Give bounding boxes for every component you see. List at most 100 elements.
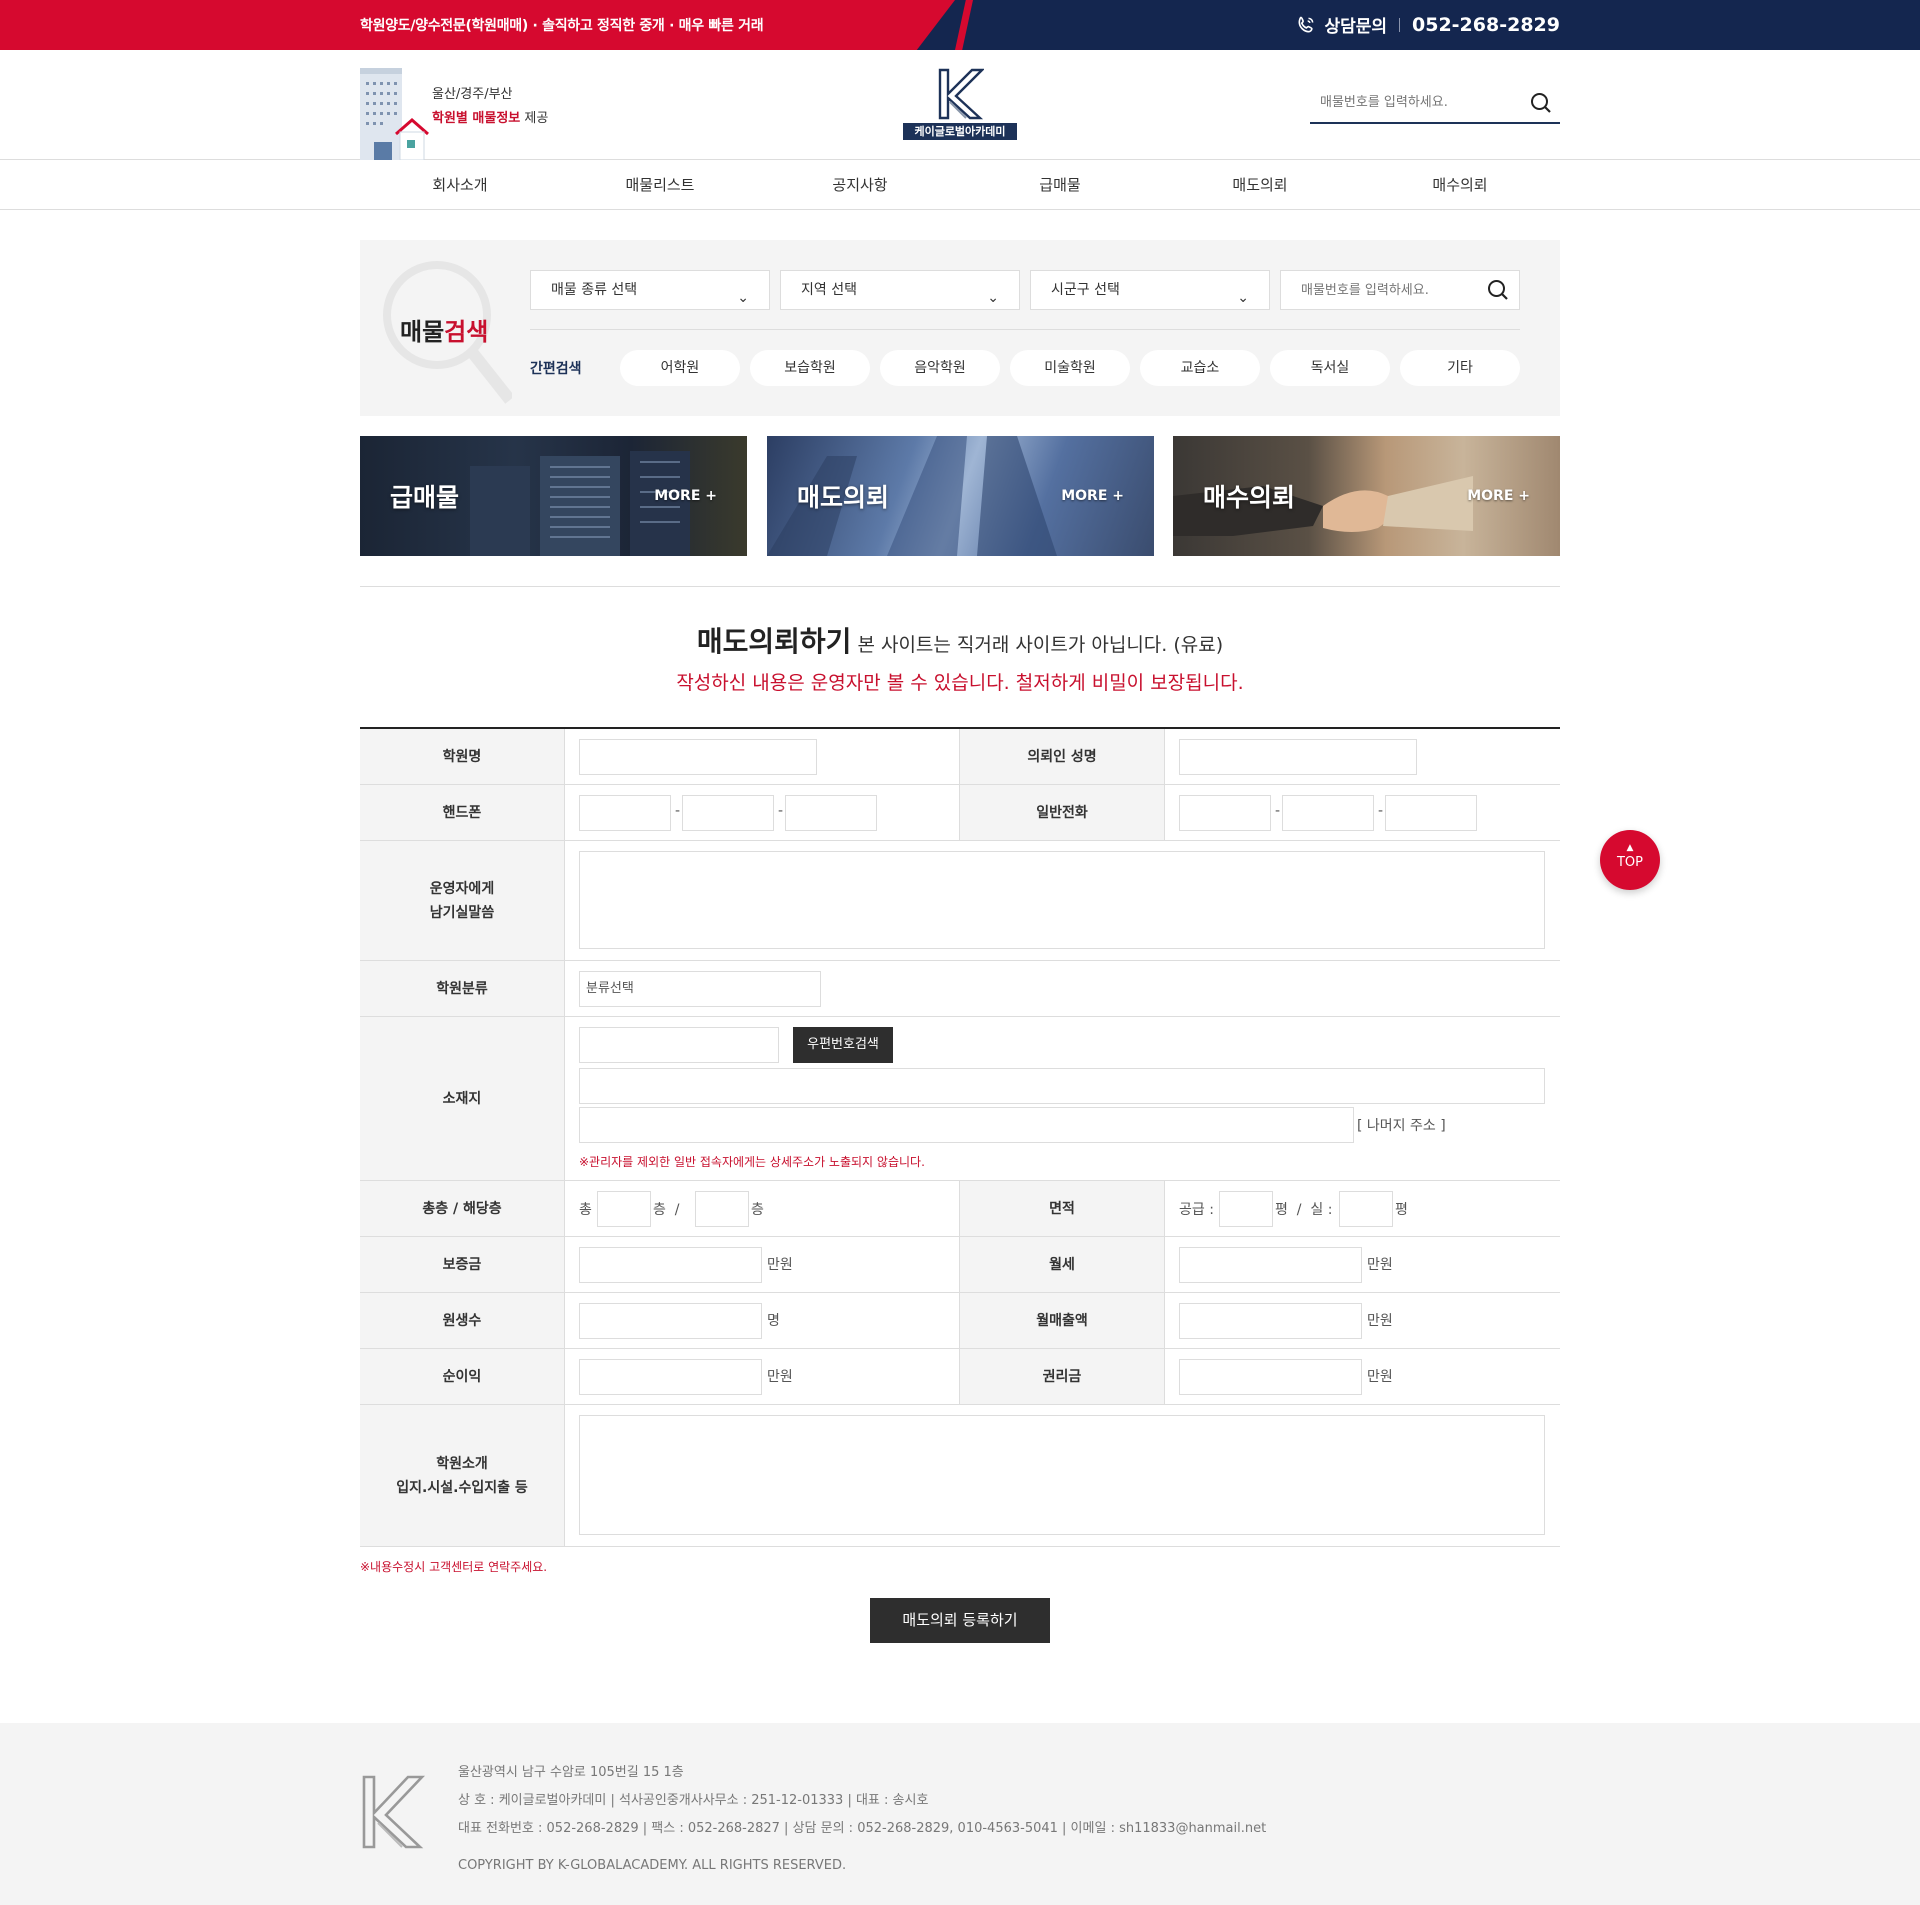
- form-row: 학원분류 분류선택: [360, 961, 1560, 1017]
- address-detail-input[interactable]: [579, 1107, 1354, 1143]
- nav-item-notice[interactable]: 공지사항: [760, 160, 960, 210]
- divider: [530, 329, 1520, 330]
- search-icon[interactable]: [1530, 92, 1552, 114]
- form-cell: 만원: [1165, 1349, 1560, 1404]
- header: 울산/경주/부산 학원별 매물정보 제공 케이글로벌아카데미: [0, 50, 1920, 160]
- academy-name-label: 학원명: [360, 729, 565, 784]
- address-note: ※관리자를 제외한 일반 접속자에게는 상세주소가 노출되지 않습니다.: [579, 1155, 925, 1169]
- nav-item-sell-request[interactable]: 매도의뢰: [1160, 160, 1360, 210]
- phone-part2-input[interactable]: [1282, 795, 1374, 831]
- dash: -: [1378, 803, 1384, 819]
- form-title-note: 본 사이트는 직거래 사이트가 아닙니다. (유료): [851, 634, 1224, 656]
- unit-won: 만원: [767, 1257, 793, 1273]
- nav-item-urgent[interactable]: 급매물: [960, 160, 1160, 210]
- main-nav: 회사소개 매물리스트 공지사항 급매물 매도의뢰 매수의뢰: [0, 160, 1920, 210]
- supply-area-input[interactable]: [1219, 1191, 1273, 1227]
- slogan: 학원양도/양수전문(학원매매) · 솔직하고 정직한 중개 · 매우 빠른 거래: [360, 18, 764, 34]
- footer-address: 울산광역시 남구 수암로 105번길 15 1층: [458, 1765, 684, 1780]
- mobile-part1-input[interactable]: [579, 795, 671, 831]
- call-info[interactable]: 상담문의 052-268-2829: [1296, 12, 1560, 37]
- form-cell: 분류선택: [565, 961, 1560, 1016]
- form-row: 운영자에게 남기실말씀: [360, 841, 1560, 961]
- banner-urgent[interactable]: 급매물 MORE +: [360, 436, 747, 556]
- form-cell: 우편번호검색 [ 나머지 주소 ] ※관리자를 제외한 일반 접속자에게는 상세…: [565, 1017, 1560, 1180]
- form-title: 매도의뢰하기 본 사이트는 직거래 사이트가 아닙니다. (유료): [0, 620, 1920, 660]
- chip-reading-room[interactable]: 독서실: [1270, 350, 1390, 386]
- actual-area-input[interactable]: [1339, 1191, 1393, 1227]
- mobile-part3-input[interactable]: [785, 795, 877, 831]
- address-input[interactable]: [579, 1068, 1545, 1104]
- rent-input[interactable]: [1179, 1247, 1362, 1283]
- premium-input[interactable]: [1179, 1359, 1362, 1395]
- intro-textarea[interactable]: [579, 1415, 1545, 1535]
- form-cell: 만원: [1165, 1293, 1560, 1348]
- area-label: 면적: [960, 1181, 1165, 1236]
- total-floors-input[interactable]: [597, 1191, 651, 1227]
- footer-copyright: COPYRIGHT BY K-GLOBALACADEMY. ALL RIGHTS…: [458, 1858, 847, 1873]
- current-floor-input[interactable]: [695, 1191, 749, 1227]
- requester-input[interactable]: [1179, 739, 1417, 775]
- message-label: 운영자에게 남기실말씀: [360, 841, 565, 960]
- more-link[interactable]: MORE +: [1061, 488, 1124, 504]
- scroll-top-button[interactable]: ▲ TOP: [1600, 830, 1660, 890]
- banner-buy-request[interactable]: 매수의뢰 MORE +: [1173, 436, 1560, 556]
- deposit-input[interactable]: [579, 1247, 762, 1283]
- more-link[interactable]: MORE +: [654, 488, 717, 504]
- message-textarea[interactable]: [579, 851, 1545, 949]
- chip-other[interactable]: 기타: [1400, 350, 1520, 386]
- nav-item-buy-request[interactable]: 매수의뢰: [1360, 160, 1560, 210]
- form-footnote: ※내용수정시 고객센터로 연락주세요.: [360, 1560, 548, 1574]
- logo-text: 케이글로벌아카데미: [903, 123, 1017, 140]
- divider: [360, 586, 1560, 587]
- nav-item-listings[interactable]: 매물리스트: [560, 160, 760, 210]
- property-search-box: 매물검색 매물 종류 선택 ⌄ 지역 선택 ⌄ 시군구 선택 ⌄ 간편검색 어학원 보…: [360, 240, 1560, 416]
- unit-people: 명: [767, 1313, 780, 1329]
- more-link[interactable]: MORE +: [1467, 488, 1530, 504]
- sell-request-form: 학원명 의뢰인 성명 핸드폰 - - 일반전화 - - 운영자에게남기실말씀: [360, 727, 1560, 1547]
- form-row: 학원명 의뢰인 성명: [360, 729, 1560, 785]
- header-search-input[interactable]: [1310, 84, 1520, 120]
- premium-label: 권리금: [960, 1349, 1165, 1404]
- form-cell: [565, 1405, 1560, 1546]
- chevron-down-icon: ⌄: [1237, 290, 1249, 306]
- floor-unit: 층: [751, 1202, 764, 1218]
- category-label: 학원분류: [360, 961, 565, 1016]
- quick-search-label: 간편검색: [530, 361, 582, 377]
- phone-part3-input[interactable]: [1385, 795, 1477, 831]
- net-profit-input[interactable]: [579, 1359, 762, 1395]
- district-select[interactable]: 시군구 선택 ⌄: [1030, 270, 1270, 310]
- unit-won: 만원: [1367, 1369, 1393, 1385]
- phone-part1-input[interactable]: [1179, 795, 1271, 831]
- unit-won: 만원: [1367, 1257, 1393, 1273]
- submit-button[interactable]: 매도의뢰 등록하기: [870, 1598, 1050, 1643]
- chip-study-room[interactable]: 교습소: [1140, 350, 1260, 386]
- arrow-up-icon: ▲: [1626, 843, 1634, 853]
- academy-name-input[interactable]: [579, 739, 817, 775]
- chip-art[interactable]: 미술학원: [1010, 350, 1130, 386]
- students-input[interactable]: [579, 1303, 762, 1339]
- mobile-part2-input[interactable]: [682, 795, 774, 831]
- region-select[interactable]: 지역 선택 ⌄: [780, 270, 1020, 310]
- property-type-select[interactable]: 매물 종류 선택 ⌄: [530, 270, 770, 310]
- net-profit-label: 순이익: [360, 1349, 565, 1404]
- building-icon: [360, 68, 429, 160]
- chip-language[interactable]: 어학원: [620, 350, 740, 386]
- form-cell: 만원: [565, 1237, 960, 1292]
- site-logo[interactable]: 케이글로벌아카데미: [903, 68, 1017, 142]
- unit-won: 만원: [767, 1369, 793, 1385]
- zipcode-search-button[interactable]: 우편번호검색: [793, 1027, 893, 1063]
- chip-tutoring[interactable]: 보습학원: [750, 350, 870, 386]
- property-number-input[interactable]: [1281, 271, 1471, 309]
- monthly-sales-input[interactable]: [1179, 1303, 1362, 1339]
- banner-title: 매도의뢰: [797, 483, 890, 512]
- search-icon[interactable]: [1487, 279, 1509, 301]
- banner-sell-request[interactable]: 매도의뢰 MORE +: [767, 436, 1154, 556]
- zipcode-input[interactable]: [579, 1027, 779, 1063]
- message-label-line1: 운영자에게: [429, 880, 495, 897]
- category-select[interactable]: 분류선택: [579, 971, 821, 1007]
- nav-item-company[interactable]: 회사소개: [360, 160, 560, 210]
- call-label: 상담문의: [1324, 17, 1388, 37]
- chip-music[interactable]: 음악학원: [880, 350, 1000, 386]
- footer-contact: 대표 전화번호 : 052-268-2829 | 팩스 : 052-268-28…: [458, 1821, 1267, 1836]
- intro-label: 학원소개 입지.시설.수입지출 등: [360, 1405, 565, 1546]
